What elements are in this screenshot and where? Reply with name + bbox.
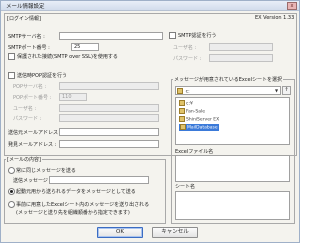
pop-user-input[interactable] bbox=[59, 104, 159, 112]
smtp-auth-checkbox[interactable] bbox=[169, 32, 176, 39]
excel-message-label: 事前に用意したExcelシート内のメッセージを送り出される bbox=[16, 202, 150, 208]
pop-auth-checkbox[interactable] bbox=[8, 72, 15, 79]
excel-select-title: メッセージが用意されているExcelシートを選択 bbox=[173, 76, 283, 83]
close-icon[interactable]: x bbox=[287, 2, 297, 10]
pop-port-label: POPポート番号 : bbox=[13, 95, 52, 101]
fixed-message-label: 常に同じメッセージを送る bbox=[16, 168, 76, 174]
excel-message-radio[interactable] bbox=[8, 201, 15, 208]
smtp-port-label: SMTPポート番号 : bbox=[8, 45, 50, 51]
tree-item-root[interactable]: c:¥ bbox=[179, 100, 193, 107]
chevron-down-icon: ▼ bbox=[274, 88, 279, 93]
smtp-password-input[interactable] bbox=[209, 54, 273, 62]
excel-note: (メッセージと送り先を組織順番から指定できます) bbox=[16, 210, 130, 216]
from-address-input[interactable] bbox=[59, 140, 159, 148]
sender-address-label: 送信元メールアドレス : bbox=[8, 130, 62, 136]
smtp-server-label: SMTPサーバ名 : bbox=[8, 34, 45, 40]
ok-button[interactable]: OK bbox=[97, 227, 143, 238]
mail-settings-window: メール情報設定 x [ログイン情報] EX Version 1.33 SMTPサ… bbox=[0, 0, 300, 243]
pop-password-label: パスワード : bbox=[13, 116, 42, 122]
folder-up-button[interactable]: ↑ bbox=[282, 86, 291, 95]
from-address-label: 発見メールアドレス : bbox=[8, 142, 57, 148]
smtp-user-input[interactable] bbox=[209, 43, 273, 51]
launch-data-radio[interactable] bbox=[8, 188, 15, 195]
sender-address-input[interactable] bbox=[59, 128, 159, 136]
version-label: EX Version 1.33 bbox=[255, 15, 295, 21]
mail-content-title: [メールの内容] bbox=[6, 156, 42, 163]
message-input[interactable] bbox=[49, 176, 149, 184]
pop-server-input[interactable] bbox=[59, 82, 159, 90]
folder-tree[interactable]: c:¥ Fan-Sale ShiniServer EX MailDatabase bbox=[175, 97, 290, 145]
smtp-port-input[interactable]: 25 bbox=[71, 43, 99, 51]
folder-icon bbox=[179, 116, 185, 122]
fixed-message-radio[interactable] bbox=[8, 167, 15, 174]
window-title: メール情報設定 bbox=[6, 4, 45, 10]
smtp-server-input[interactable] bbox=[59, 32, 163, 40]
excel-file-label: Excelファイル名 bbox=[175, 149, 214, 155]
launch-data-label: 起動元用から送られるデータをメッセージとして送る bbox=[16, 189, 136, 195]
drive-select[interactable]: c: ▼ bbox=[175, 86, 281, 95]
pop-auth-label: 送信時POP認証を行う bbox=[17, 73, 67, 79]
tree-item-maildatabase[interactable]: MailDatabase bbox=[179, 124, 219, 131]
folder-icon bbox=[179, 100, 185, 106]
excel-file-list[interactable] bbox=[175, 155, 290, 182]
smtp-user-label: ユーザ名 : bbox=[173, 45, 197, 51]
ssl-label: 保護された接続(SMTP over SSL)を使用する bbox=[17, 54, 118, 60]
folder-icon bbox=[180, 124, 186, 130]
title-bar: メール情報設定 x bbox=[1, 1, 299, 11]
folder-icon bbox=[179, 108, 185, 114]
tree-item-fansale[interactable]: Fan-Sale bbox=[179, 108, 205, 115]
sheet-name-list[interactable] bbox=[175, 191, 290, 220]
ssl-checkbox[interactable] bbox=[8, 53, 15, 60]
pop-password-input[interactable] bbox=[59, 114, 159, 122]
sheet-name-label: シート名 bbox=[175, 184, 196, 190]
drive-icon bbox=[177, 88, 183, 94]
smtp-password-label: パスワード : bbox=[173, 56, 202, 62]
tree-item-server[interactable]: ShiniServer EX bbox=[179, 116, 219, 123]
pop-user-label: ユーザ名 : bbox=[13, 106, 37, 112]
drive-value: c: bbox=[185, 89, 190, 95]
cancel-button[interactable]: キャンセル bbox=[152, 227, 198, 238]
message-label: 送信メッセージ : bbox=[13, 178, 52, 184]
login-group-title: [ログイン情報] bbox=[6, 15, 42, 22]
pop-port-input[interactable]: 110 bbox=[59, 93, 87, 101]
smtp-auth-label: SMTP認証を行う bbox=[178, 33, 217, 39]
pop-server-label: POPサーバ名 : bbox=[13, 84, 47, 90]
